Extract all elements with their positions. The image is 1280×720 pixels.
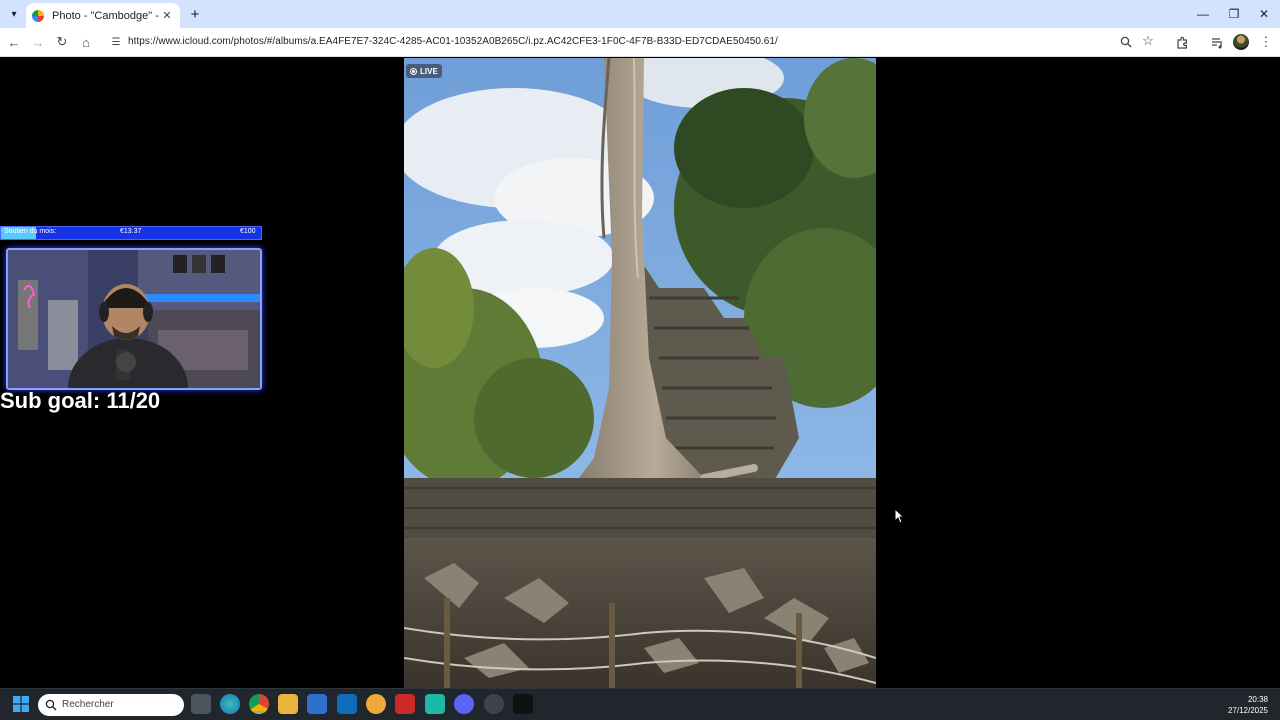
site-info-icon[interactable]: ☰ (108, 34, 124, 50)
file-explorer-icon[interactable] (278, 694, 298, 714)
support-goal-bar: Soutien du mois: €13.37 €100 (0, 226, 262, 240)
teal-app-icon[interactable] (425, 694, 445, 714)
outlook-icon[interactable] (337, 694, 357, 714)
clock-time: 20:38 (1247, 695, 1268, 704)
stream-overlay: Soutien du mois: €13.37 €100 Sub goal: 1… (0, 226, 262, 416)
discord-icon[interactable] (454, 694, 474, 714)
webcam-feed (6, 248, 262, 390)
live-photo-badge[interactable]: LIVE (406, 64, 442, 78)
search-icon (44, 698, 58, 712)
running-indicator (254, 711, 264, 713)
taskbar-search-box[interactable]: Rechercher (38, 694, 184, 716)
bookmark-star-icon[interactable]: ☆ (1140, 33, 1156, 49)
voice-app-icon[interactable] (395, 694, 415, 714)
browser-menu-icon[interactable]: ⋮ (1256, 32, 1276, 52)
edge-browser-icon[interactable] (220, 694, 240, 714)
tab-title: Photo - "Cambodge" - iCloud P (52, 9, 160, 22)
windows-start-icon[interactable] (11, 694, 31, 714)
support-goal-label: Soutien du mois: (4, 228, 57, 235)
search-placeholder: Rechercher (62, 699, 114, 710)
new-tab-button[interactable]: + (186, 5, 204, 23)
app-shield-icon[interactable] (366, 694, 386, 714)
tab-search-button[interactable]: ▾ (4, 4, 24, 24)
close-window-button[interactable]: ✕ (1254, 4, 1274, 24)
url-text[interactable]: https://www.icloud.com/photos/#/albums/a… (128, 36, 778, 47)
restore-button[interactable]: ❐ (1224, 4, 1244, 24)
settings-gear-icon[interactable] (484, 694, 504, 714)
browser-toolbar: ← → ↻ ⌂ ☰ https://www.icloud.com/photos/… (0, 28, 1280, 57)
support-goal-target: €100 (240, 228, 256, 235)
profile-avatar[interactable] (1233, 34, 1249, 50)
taskbar: Rechercher 20:38 27/12/2025 (0, 688, 1280, 720)
cambodia-temple-tree-photo[interactable] (404, 58, 876, 688)
tab-icloud-photo[interactable]: Photo - "Cambodge" - iCloud P ✕ (26, 3, 180, 28)
audio-app-icon[interactable] (513, 694, 533, 714)
media-controls-icon[interactable] (1207, 32, 1227, 52)
minimize-button[interactable]: — (1193, 4, 1213, 24)
mouse-cursor-icon (894, 508, 904, 524)
back-button[interactable]: ← (4, 32, 24, 52)
system-clock[interactable]: 20:38 27/12/2025 (1228, 694, 1268, 716)
reload-button[interactable]: ↻ (52, 32, 72, 52)
home-button[interactable]: ⌂ (76, 32, 96, 52)
support-goal-current: €13.37 (120, 228, 142, 235)
forward-button[interactable]: → (28, 32, 48, 52)
sub-goal-text: Sub goal: 11/20 (0, 388, 161, 413)
chrome-browser-icon[interactable] (249, 694, 269, 714)
tab-close-icon[interactable]: ✕ (160, 9, 174, 23)
live-photo-icon (410, 67, 417, 75)
clock-date: 27/12/2025 (1227, 706, 1268, 715)
live-label: LIVE (420, 66, 438, 76)
icloud-photos-favicon-icon (32, 9, 44, 22)
microsoft-store-icon[interactable] (307, 694, 327, 714)
tab-strip: ▾ Photo - "Cambodge" - iCloud P ✕ + — ❐ … (0, 0, 1280, 28)
extensions-puzzle-icon[interactable] (1172, 32, 1192, 52)
zoom-icon[interactable] (1118, 34, 1134, 50)
address-bar[interactable]: ☰ https://www.icloud.com/photos/#/albums… (104, 31, 1168, 54)
task-view-icon[interactable] (191, 694, 211, 714)
